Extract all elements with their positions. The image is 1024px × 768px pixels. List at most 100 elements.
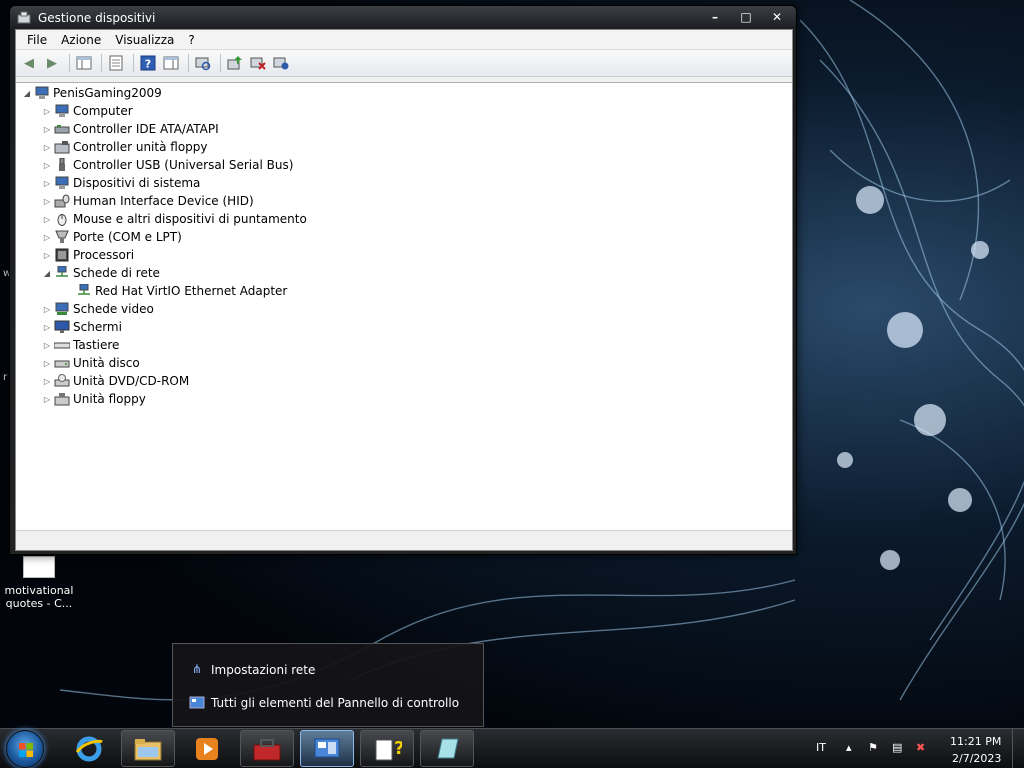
expand-arrow-icon[interactable]: ▷ [42, 125, 52, 134]
tree-node-label: Human Interface Device (HID) [73, 194, 254, 208]
action-center-flag-icon[interactable]: ⚑ [868, 741, 878, 754]
toolbar-separator [133, 54, 134, 72]
tree-node-label: Schermi [73, 320, 122, 334]
tree-node-video-adapters[interactable]: ▷ Schede video [42, 300, 154, 318]
help-icon[interactable]: ? [138, 53, 158, 73]
expand-arrow-icon[interactable]: ▷ [42, 215, 52, 224]
window-title: Gestione dispositivi [38, 11, 156, 25]
collapse-arrow-icon[interactable]: ◢ [22, 89, 32, 98]
close-button[interactable]: ✕ [762, 8, 792, 26]
folder-icon [134, 738, 162, 760]
tree-node-disk-drives[interactable]: ▷ Unità disco [42, 354, 140, 372]
clock-date[interactable]: 2/7/2023 [952, 752, 1001, 765]
volume-muted-icon[interactable]: ✖ [916, 741, 925, 754]
svg-text:?: ? [145, 58, 151, 71]
tree-root-label: PenisGaming2009 [53, 86, 162, 100]
clock-time[interactable]: 11:21 PM [950, 735, 1001, 748]
jump-list-item-control-panel[interactable]: Tutti gli elementi del Pannello di contr… [189, 693, 459, 713]
tree-root[interactable]: ◢ PenisGaming2009 [22, 84, 162, 102]
show-hide-console-tree-icon[interactable] [74, 53, 94, 73]
expand-arrow-icon[interactable]: ▷ [42, 197, 52, 206]
menu-azione[interactable]: Azione [54, 33, 108, 47]
taskbar-internet-explorer[interactable] [62, 730, 116, 767]
minimize-button[interactable]: – [700, 8, 730, 26]
uninstall-device-icon[interactable] [271, 53, 291, 73]
taskbar-control-panel[interactable] [300, 730, 354, 767]
collapse-arrow-icon[interactable]: ◢ [42, 269, 52, 278]
expand-arrow-icon[interactable]: ▷ [42, 305, 52, 314]
toolbar-separator [101, 54, 102, 72]
tree-node-dvd-drives[interactable]: ▷ Unità DVD/CD-ROM [42, 372, 189, 390]
update-driver-icon[interactable] [225, 53, 245, 73]
floppy-drive-icon [54, 393, 70, 406]
network-tray-icon[interactable]: ▤ [892, 741, 902, 754]
expand-arrow-icon[interactable]: ▷ [42, 107, 52, 116]
back-icon[interactable]: ◀ [19, 53, 39, 73]
status-bar [16, 530, 792, 550]
expand-arrow-icon[interactable]: ▷ [42, 341, 52, 350]
language-indicator[interactable]: IT [816, 741, 826, 754]
expand-arrow-icon[interactable]: ▷ [42, 161, 52, 170]
disk-drive-icon [54, 360, 70, 368]
expand-arrow-icon[interactable]: ▷ [42, 377, 52, 386]
expand-arrow-icon[interactable]: ▷ [42, 179, 52, 188]
tree-node-keyboards[interactable]: ▷ Tastiere [42, 336, 120, 354]
toolbar-separator [69, 54, 70, 72]
tree-node-floppy-controller[interactable]: ▷ Controller unità floppy [42, 138, 208, 156]
taskbar-media-player[interactable] [180, 730, 234, 767]
dvd-drive-icon [54, 374, 70, 387]
tree-node-usb-controller[interactable]: ▷ Controller USB (Universal Serial Bus) [42, 156, 293, 174]
start-button[interactable] [6, 730, 44, 768]
taskbar-help[interactable]: ? [360, 730, 414, 767]
expand-arrow-icon[interactable]: ▷ [42, 395, 52, 404]
tree-node-label: Porte (COM e LPT) [73, 230, 182, 244]
tree-node-label: Controller IDE ATA/ATAPI [73, 122, 219, 136]
computer-icon [55, 104, 69, 117]
tree-node-ide-controller[interactable]: ▷ Controller IDE ATA/ATAPI [42, 120, 219, 138]
properties-icon[interactable] [106, 53, 126, 73]
tree-node-mouse[interactable]: ▷ Mouse e altri dispositivi di puntament… [42, 210, 307, 228]
tree-node-network-adapters[interactable]: ◢ Schede di rete [42, 264, 160, 282]
expand-arrow-icon[interactable]: ▷ [42, 359, 52, 368]
jump-list-item-network-settings[interactable]: ⋔ Impostazioni rete [189, 660, 315, 680]
tree-node-computer[interactable]: ▷ Computer [42, 102, 133, 120]
expand-arrow-icon[interactable]: ▷ [42, 323, 52, 332]
device-tree[interactable]: ◢ PenisGaming2009 ▷ Computer ▷ Controlle… [16, 82, 792, 530]
taskbar-notepad[interactable] [420, 730, 474, 767]
text-document-icon [23, 556, 55, 578]
computer-icon [35, 86, 49, 99]
expand-arrow-icon[interactable]: ▷ [42, 143, 52, 152]
maximize-button[interactable]: □ [731, 8, 761, 26]
system-devices-icon [55, 176, 69, 189]
show-hidden-icons-icon[interactable]: ▴ [846, 741, 852, 754]
disable-device-icon[interactable] [248, 53, 268, 73]
scan-hardware-icon[interactable] [193, 53, 213, 73]
tree-node-floppy-drives[interactable]: ▷ Unità floppy [42, 390, 146, 408]
tree-node-label: Controller unità floppy [73, 140, 208, 154]
help-document-icon: ? [375, 738, 402, 760]
tree-node-label: Unità floppy [73, 392, 146, 406]
taskbar-explorer[interactable] [121, 730, 175, 767]
floppy-controller-icon [54, 141, 70, 154]
desktop-icon-motivational-quotes[interactable]: motivational quotes - C... [4, 556, 74, 610]
video-adapter-icon [55, 302, 69, 315]
action-pane-icon[interactable] [161, 53, 181, 73]
tree-node-processors[interactable]: ▷ Processori [42, 246, 134, 264]
menu-help[interactable]: ? [181, 33, 201, 47]
expand-arrow-icon[interactable]: ▷ [42, 251, 52, 260]
tree-node-hid[interactable]: ▷ Human Interface Device (HID) [42, 192, 254, 210]
forward-icon[interactable]: ▶ [42, 53, 62, 73]
tree-node-virtio-ethernet[interactable]: Red Hat VirtIO Ethernet Adapter [76, 282, 287, 300]
processor-icon [55, 248, 69, 262]
taskbar-toolbox[interactable] [240, 730, 294, 767]
menu-file[interactable]: File [20, 33, 54, 47]
tree-node-monitors[interactable]: ▷ Schermi [42, 318, 122, 336]
expand-arrow-icon[interactable]: ▷ [42, 233, 52, 242]
menu-visualizza[interactable]: Visualizza [108, 33, 181, 47]
tree-node-system-devices[interactable]: ▷ Dispositivi di sistema [42, 174, 200, 192]
ide-controller-icon [54, 125, 70, 134]
show-desktop-button[interactable] [1012, 729, 1024, 768]
tree-node-label: Unità DVD/CD-ROM [73, 374, 190, 388]
port-icon [55, 230, 69, 243]
tree-node-ports[interactable]: ▷ Porte (COM e LPT) [42, 228, 182, 246]
